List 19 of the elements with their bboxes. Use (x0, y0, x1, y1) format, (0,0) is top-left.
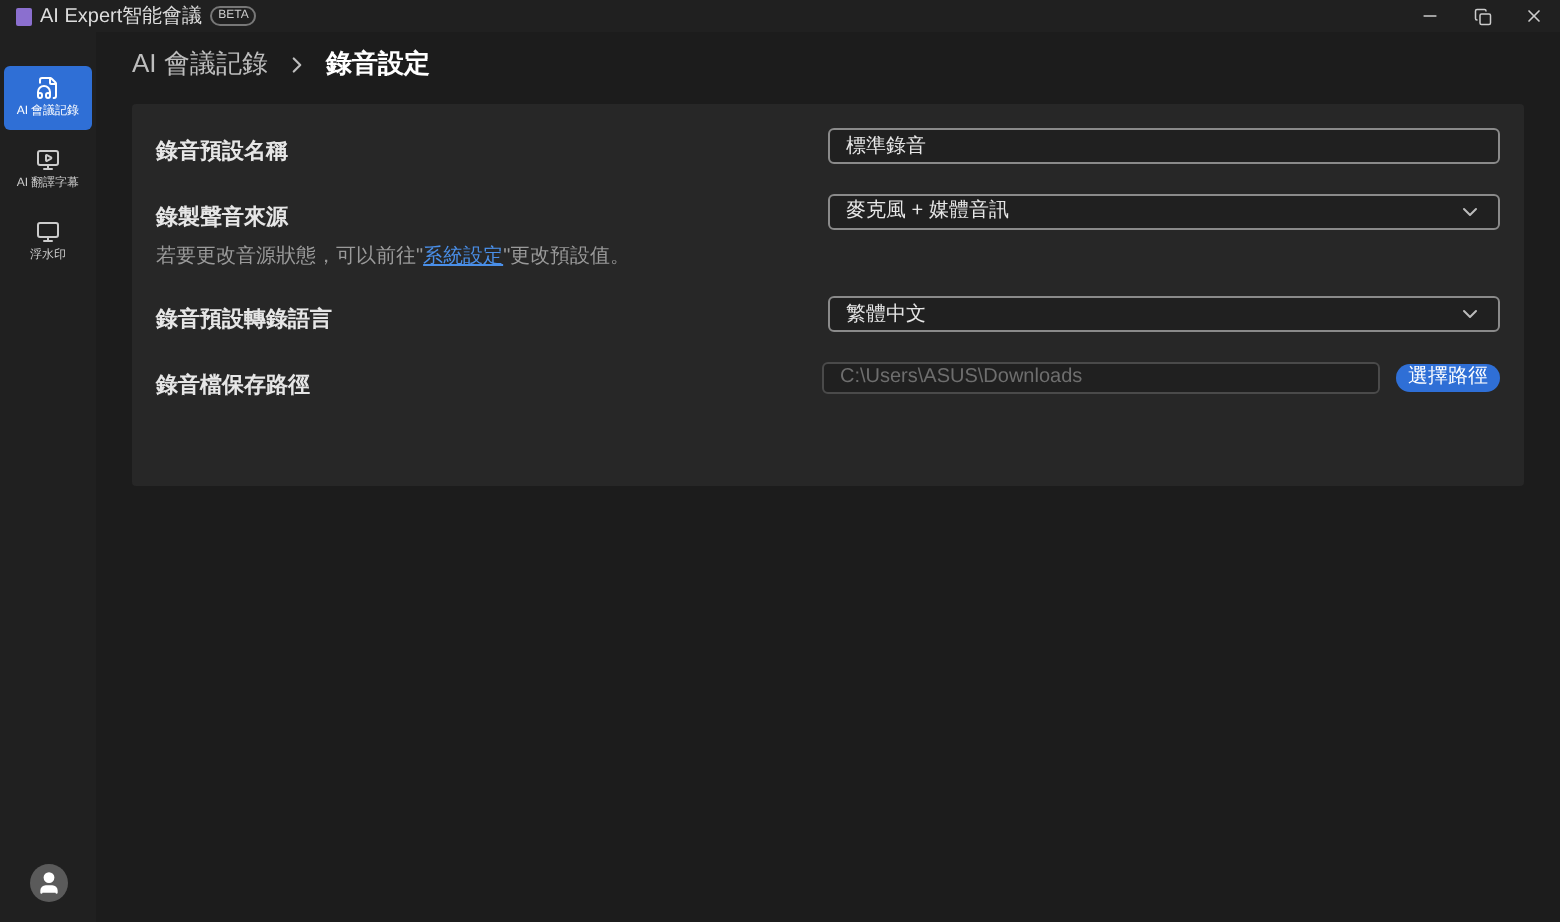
window-title: AI Expert智能會議 (40, 3, 203, 31)
setting-label: 錄音預設名稱 (156, 137, 288, 168)
setting-label: 錄製聲音來源 (156, 203, 290, 233)
page-title: 錄音設定 (325, 46, 430, 83)
setting-label: 錄音檔保存路徑 (156, 371, 310, 401)
sidebar-icon (36, 147, 60, 171)
dropdown[interactable]: 麥克風 + 媒體音訊 (828, 193, 1500, 229)
dropdown[interactable]: 繁體中文 (828, 296, 1500, 332)
user-avatar-icon[interactable] (29, 864, 67, 902)
settings-link[interactable]: 系統設定 (423, 246, 504, 268)
hint-text: 若要更改音源狀態，可以前往"系統設定"更改預設值。 (156, 243, 631, 272)
close-icon (1524, 6, 1544, 26)
app-logo-icon (16, 7, 32, 25)
text-field[interactable]: 標準錄音 (828, 128, 1500, 164)
restore-icon (1473, 7, 1491, 25)
sidebar-icon (36, 219, 60, 243)
breadcrumb-parent[interactable]: AI 會議記錄 (132, 44, 268, 84)
setting-label: 錄音預設轉錄語言 (156, 305, 332, 336)
sidebar-icon (36, 75, 60, 99)
